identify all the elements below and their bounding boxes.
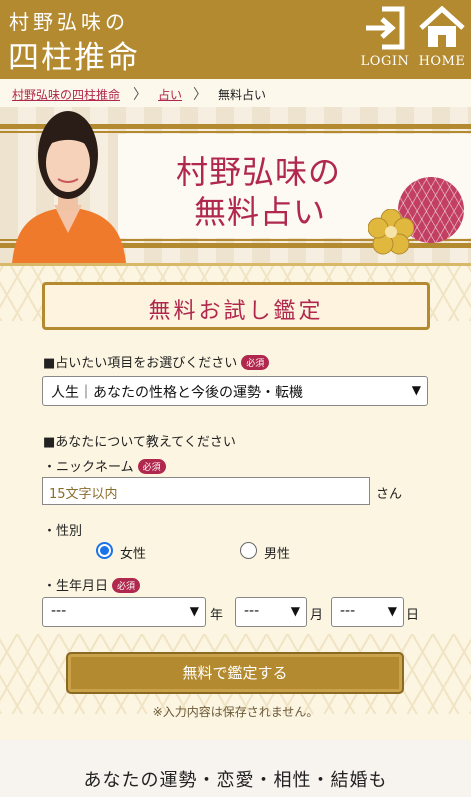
footer-teaser: あなたの運勢・恋愛・相性・結婚も [0, 740, 471, 797]
form-title: 無料お試し鑑定 [148, 299, 324, 324]
year-unit: 年 [210, 608, 224, 623]
chevron-down-icon: ▼ [387, 604, 397, 618]
nickname-suffix: さん [376, 487, 403, 502]
breadcrumb-separator: 〉 [133, 87, 147, 103]
chevron-down-icon: ▼ [411, 383, 421, 397]
login-icon [356, 6, 414, 50]
gender-label: ・性別 [43, 524, 83, 539]
about-label: ■あなたについて教えてください [43, 435, 236, 450]
privacy-note: ※入力内容は保存されません。 [152, 705, 319, 719]
logo-line1[interactable]: 村野弘味の [9, 6, 129, 35]
home-button[interactable]: HOME [413, 6, 471, 74]
nickname-placeholder: 15文字以内 [49, 487, 118, 502]
gender-male-radio[interactable] [240, 542, 257, 559]
item-label-row: ■占いたい項目をお選びください 必須 [43, 352, 270, 371]
birth-label-row: ・生年月日 必須 [43, 575, 141, 594]
birth-year-value: --- [51, 603, 67, 619]
gender-male-label: 男性 [264, 547, 291, 562]
item-select[interactable]: 人生｜あなたの性格と今後の運勢・転機 ▼ [42, 376, 428, 406]
birth-day-select[interactable]: --- ▼ [331, 597, 404, 627]
birth-day-value: --- [340, 603, 356, 619]
breadcrumb-separator: 〉 [193, 87, 207, 103]
submit-button[interactable]: 無料で鑑定する [66, 652, 404, 694]
chevron-down-icon: ▼ [189, 604, 199, 618]
nickname-label: ・ニックネーム [43, 460, 134, 475]
hero-banner: 村野弘味の 無料占い [0, 107, 471, 263]
nickname-input[interactable]: 15文字以内 [42, 477, 370, 505]
item-select-value: 人生｜あなたの性格と今後の運勢・転機 [51, 385, 303, 401]
hero-title-line2: 無料占い [194, 193, 327, 231]
birth-month-select[interactable]: --- ▼ [235, 597, 307, 627]
required-badge: 必須 [241, 355, 270, 370]
plum-flower-decoration [367, 208, 415, 255]
gender-female-radio[interactable] [96, 542, 113, 559]
breadcrumb: 村野弘味の四柱推命 〉 占い 〉 無料占い [0, 79, 471, 107]
breadcrumb-category-link[interactable]: 占い [158, 86, 182, 103]
breadcrumb-current: 無料占い [218, 88, 267, 102]
breadcrumb-home-link[interactable]: 村野弘味の四柱推命 [12, 86, 120, 103]
login-label: LOGIN [360, 54, 410, 69]
logo-line2[interactable]: 四柱推命 [8, 32, 140, 77]
trial-reading-form: 無料お試し鑑定 ■占いたい項目をお選びください 必須 人生｜あなたの性格と今後の運… [0, 263, 471, 743]
birth-month-value: --- [244, 603, 260, 619]
chevron-down-icon: ▼ [290, 604, 300, 618]
site-header: 村野弘味の 四柱推命 LOGIN HOME [0, 0, 471, 79]
footer-tagline: あなたの運勢・恋愛・相性・結婚も [83, 770, 388, 791]
month-unit: 月 [310, 608, 324, 623]
required-badge: 必須 [137, 459, 166, 474]
birth-label: ・生年月日 [43, 579, 109, 594]
gender-female-label: 女性 [120, 547, 147, 562]
item-label: ■占いたい項目をお選びください [43, 356, 238, 371]
login-button[interactable]: LOGIN [356, 6, 414, 74]
required-badge: 必須 [112, 578, 141, 593]
day-unit: 日 [406, 608, 420, 623]
home-icon [413, 6, 471, 50]
birth-year-select[interactable]: --- ▼ [42, 597, 206, 627]
form-title-plate: 無料お試し鑑定 [42, 282, 430, 330]
portrait-image [8, 107, 128, 263]
home-label: HOME [418, 54, 466, 69]
nickname-label-row: ・ニックネーム 必須 [43, 456, 166, 475]
